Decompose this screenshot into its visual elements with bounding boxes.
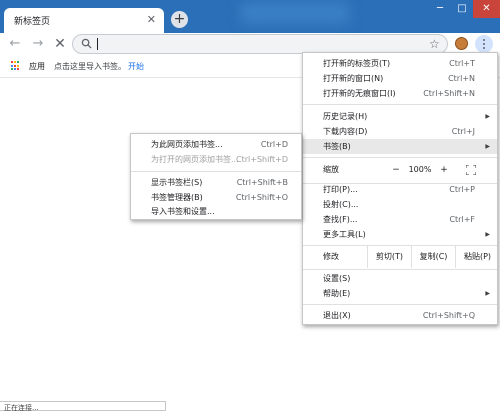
menu-item-downloads[interactable]: 下载内容(D) Ctrl+J bbox=[303, 124, 497, 139]
apps-link[interactable]: 应用 bbox=[29, 61, 45, 72]
menu-item-label: 显示书签栏(S) bbox=[151, 178, 203, 187]
menu-item-label: 查找(F)... bbox=[323, 215, 358, 224]
chrome-main-menu: 打开新的标签页(T) Ctrl+T 打开新的窗口(N) Ctrl+N 打开新的无… bbox=[302, 52, 498, 325]
menu-item-label: 投射(C)... bbox=[323, 200, 359, 209]
back-arrow-icon[interactable]: ← bbox=[6, 35, 24, 53]
menu-item-print[interactable]: 打印(P)... Ctrl+P bbox=[303, 182, 497, 197]
forward-arrow-icon[interactable]: → bbox=[29, 35, 47, 53]
menu-item-shortcut: Ctrl+N bbox=[448, 74, 475, 83]
menu-item-label: 打开新的无痕窗口(I) bbox=[323, 89, 396, 98]
apps-grid-icon[interactable] bbox=[11, 61, 21, 71]
zoom-level: 100% bbox=[408, 165, 432, 174]
chevron-right-icon: ▶ bbox=[485, 113, 490, 120]
submenu-item-bookmark-manager[interactable]: 书签管理器(B) Ctrl+Shift+O bbox=[131, 190, 301, 205]
menu-item-history[interactable]: 历史记录(H) ▶ bbox=[303, 109, 497, 124]
bookmarks-submenu: 为此网页添加书签... Ctrl+D 为打开的网页添加书签... Ctrl+Sh… bbox=[130, 133, 302, 220]
submenu-item-import-bookmarks[interactable]: 导入书签和设置... bbox=[131, 204, 301, 219]
menu-item-new-tab[interactable]: 打开新的标签页(T) Ctrl+T bbox=[303, 56, 497, 71]
submenu-item-bookmark-page[interactable]: 为此网页添加书签... Ctrl+D bbox=[131, 137, 301, 152]
menu-item-new-window[interactable]: 打开新的窗口(N) Ctrl+N bbox=[303, 71, 497, 86]
status-bar: 正在连接... bbox=[0, 401, 166, 412]
window-close-button[interactable]: ✕ bbox=[473, 0, 500, 18]
blurred-region bbox=[240, 2, 350, 24]
menu-item-settings[interactable]: 设置(S) bbox=[303, 271, 497, 286]
menu-divider bbox=[303, 157, 497, 158]
cut-button[interactable]: 剪切(T) bbox=[367, 246, 411, 268]
menu-divider bbox=[303, 104, 497, 105]
menu-item-label: 退出(X) bbox=[323, 311, 351, 320]
menu-item-shortcut: Ctrl+Shift+D bbox=[236, 155, 288, 164]
text-cursor bbox=[97, 38, 98, 50]
menu-item-more-tools[interactable]: 更多工具(L) ▶ bbox=[303, 227, 497, 242]
menu-divider bbox=[303, 269, 497, 270]
menu-item-shortcut: Ctrl+D bbox=[260, 140, 288, 149]
menu-item-shortcut: Ctrl+Shift+Q bbox=[422, 311, 475, 320]
menu-item-label: 打开新的窗口(N) bbox=[323, 74, 384, 83]
profile-avatar[interactable] bbox=[455, 37, 468, 50]
menu-item-label: 帮助(E) bbox=[323, 289, 351, 298]
menu-item-bookmarks[interactable]: 书签(B) ▶ bbox=[303, 139, 497, 154]
chevron-right-icon: ▶ bbox=[485, 290, 490, 297]
menu-item-label: 设置(S) bbox=[323, 274, 351, 283]
menu-item-label: 为打开的网页添加书签... bbox=[151, 155, 239, 164]
menu-item-cast[interactable]: 投射(C)... bbox=[303, 197, 497, 212]
paste-button[interactable]: 粘贴(P) bbox=[455, 246, 499, 268]
menu-item-new-incognito[interactable]: 打开新的无痕窗口(I) Ctrl+Shift+N bbox=[303, 86, 497, 101]
maximize-button[interactable]: □ bbox=[451, 0, 473, 18]
menu-item-shortcut: Ctrl+Shift+O bbox=[235, 193, 288, 202]
submenu-item-bookmark-open-pages: 为打开的网页添加书签... Ctrl+Shift+D bbox=[131, 152, 301, 167]
menu-divider bbox=[131, 171, 301, 172]
menu-item-shortcut: Ctrl+Shift+B bbox=[236, 178, 288, 187]
star-icon[interactable]: ☆ bbox=[429, 36, 440, 52]
menu-item-label: 历史记录(H) bbox=[323, 112, 368, 121]
menu-item-label: 更多工具(L) bbox=[323, 230, 366, 239]
title-bar: 新标签页 ✕ + ─ □ ✕ bbox=[0, 0, 500, 33]
minimize-button[interactable]: ─ bbox=[429, 0, 451, 18]
menu-item-shortcut: Ctrl+J bbox=[451, 127, 475, 136]
search-icon bbox=[81, 38, 92, 49]
menu-item-help[interactable]: 帮助(E) ▶ bbox=[303, 286, 497, 301]
menu-item-label: 书签管理器(B) bbox=[151, 193, 203, 202]
menu-button[interactable] bbox=[475, 35, 493, 53]
menu-item-exit[interactable]: 退出(X) Ctrl+Shift+Q bbox=[303, 308, 497, 323]
menu-item-shortcut: Ctrl+F bbox=[449, 215, 475, 224]
address-bar[interactable]: ☆ bbox=[72, 34, 448, 54]
more-vert-icon bbox=[483, 39, 485, 49]
fullscreen-icon[interactable] bbox=[466, 165, 476, 175]
menu-divider bbox=[303, 304, 497, 305]
edit-row: 修改 剪切(T) 复制(C) 粘贴(P) bbox=[303, 246, 497, 268]
tab-new-tab[interactable]: 新标签页 ✕ bbox=[4, 8, 164, 33]
close-icon[interactable]: ✕ bbox=[147, 13, 156, 26]
stop-loading-icon[interactable]: ✕ bbox=[51, 35, 69, 53]
zoom-row: 缩放 − 100% + bbox=[303, 159, 497, 181]
copy-button[interactable]: 复制(C) bbox=[411, 246, 455, 268]
submenu-item-show-bookmarks-bar[interactable]: 显示书签栏(S) Ctrl+Shift+B bbox=[131, 175, 301, 190]
menu-item-shortcut: Ctrl+Shift+N bbox=[423, 89, 475, 98]
new-tab-button[interactable]: + bbox=[171, 11, 188, 28]
zoom-out-button[interactable]: − bbox=[389, 159, 403, 181]
tab-title: 新标签页 bbox=[14, 17, 51, 27]
edit-label: 修改 bbox=[323, 252, 339, 261]
menu-item-find[interactable]: 查找(F)... Ctrl+F bbox=[303, 212, 497, 227]
menu-item-label: 打开新的标签页(T) bbox=[323, 59, 391, 68]
menu-item-shortcut: Ctrl+P bbox=[449, 185, 475, 194]
menu-item-label: 下载内容(D) bbox=[323, 127, 368, 136]
import-bookmarks-hint: 点击这里导入书签。 bbox=[54, 62, 126, 71]
menu-item-label: 书签(B) bbox=[323, 142, 351, 151]
zoom-in-button[interactable]: + bbox=[437, 159, 451, 181]
menu-item-label: 导入书签和设置... bbox=[151, 207, 215, 216]
chevron-right-icon: ▶ bbox=[485, 143, 490, 150]
menu-item-label: 打印(P)... bbox=[323, 185, 358, 194]
chevron-right-icon: ▶ bbox=[485, 231, 490, 238]
menu-item-label: 为此网页添加书签... bbox=[151, 140, 223, 149]
start-link[interactable]: 开始 bbox=[128, 61, 144, 72]
menu-item-shortcut: Ctrl+T bbox=[449, 59, 475, 68]
zoom-label: 缩放 bbox=[323, 165, 339, 174]
